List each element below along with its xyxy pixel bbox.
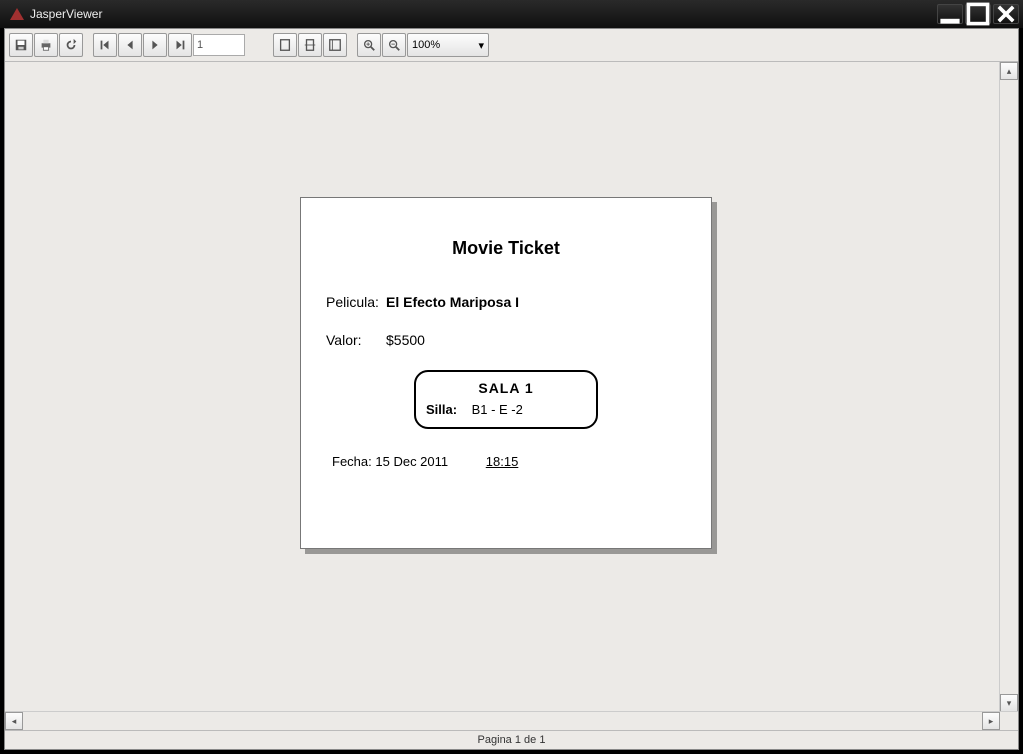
seat-label: Silla: bbox=[426, 402, 457, 417]
ticket: Movie Ticket Pelicula: El Efecto Maripos… bbox=[301, 198, 711, 489]
maximize-button[interactable] bbox=[965, 4, 991, 24]
actual-size-icon bbox=[278, 38, 292, 52]
fit-width-button[interactable] bbox=[323, 33, 347, 57]
reload-icon bbox=[64, 38, 78, 52]
fit-page-icon bbox=[303, 38, 317, 52]
horizontal-scrollbar[interactable]: ◂ ▸ bbox=[5, 711, 1018, 730]
last-page-button[interactable] bbox=[168, 33, 192, 57]
prev-page-button[interactable] bbox=[118, 33, 142, 57]
time-value: 18:15 bbox=[486, 454, 519, 469]
first-page-icon bbox=[98, 38, 112, 52]
zoom-value: 100% bbox=[412, 39, 440, 51]
last-page-icon bbox=[173, 38, 187, 52]
movie-value: El Efecto Mariposa I bbox=[386, 294, 519, 310]
print-icon bbox=[39, 38, 53, 52]
client-area: 100% ▾ Movie Ticket Pelicula: El Efecto … bbox=[4, 28, 1019, 750]
actual-size-button[interactable] bbox=[273, 33, 297, 57]
date-row: Fecha: 15 Dec 2011 18:15 bbox=[326, 454, 686, 469]
chevron-down-icon: ▾ bbox=[478, 39, 484, 52]
zoom-in-icon bbox=[362, 38, 376, 52]
close-button[interactable] bbox=[993, 4, 1019, 24]
prev-page-icon bbox=[123, 38, 137, 52]
zoom-out-button[interactable] bbox=[382, 33, 406, 57]
app-icon bbox=[9, 6, 25, 22]
app-window: JasperViewer 100% ▾ bbox=[0, 0, 1023, 754]
save-button[interactable] bbox=[9, 33, 33, 57]
reload-button[interactable] bbox=[59, 33, 83, 57]
window-title: JasperViewer bbox=[30, 7, 937, 21]
price-label: Valor: bbox=[326, 332, 386, 348]
scroll-right-button[interactable]: ▸ bbox=[982, 712, 1000, 730]
price-value: $5500 bbox=[386, 332, 425, 348]
zoom-in-button[interactable] bbox=[357, 33, 381, 57]
toolbar: 100% ▾ bbox=[5, 29, 1018, 62]
report-page: Movie Ticket Pelicula: El Efecto Maripos… bbox=[300, 197, 712, 549]
next-page-button[interactable] bbox=[143, 33, 167, 57]
date-value: 15 Dec 2011 bbox=[375, 454, 448, 469]
scroll-down-button[interactable]: ▾ bbox=[1000, 694, 1018, 712]
fit-page-button[interactable] bbox=[298, 33, 322, 57]
titlebar: JasperViewer bbox=[0, 0, 1023, 28]
status-bar: Pagina 1 de 1 bbox=[5, 730, 1018, 749]
room-label: SALA 1 bbox=[426, 380, 586, 396]
movie-label: Pelicula: bbox=[326, 294, 386, 310]
print-button[interactable] bbox=[34, 33, 58, 57]
seat-box: SALA 1 Silla: B1 - E -2 bbox=[414, 370, 598, 429]
ticket-title: Movie Ticket bbox=[326, 238, 686, 259]
seat-value: B1 - E -2 bbox=[472, 402, 523, 417]
page-number-input[interactable] bbox=[193, 34, 245, 56]
fit-width-icon bbox=[328, 38, 342, 52]
next-page-icon bbox=[148, 38, 162, 52]
save-icon bbox=[14, 38, 28, 52]
date-label: Fecha: bbox=[332, 454, 372, 469]
minimize-button[interactable] bbox=[937, 4, 963, 24]
scroll-up-button[interactable]: ▴ bbox=[1000, 62, 1018, 80]
vertical-scrollbar[interactable]: ▴ ▾ bbox=[999, 62, 1018, 712]
scroll-left-button[interactable]: ◂ bbox=[5, 712, 23, 730]
zoom-out-icon bbox=[387, 38, 401, 52]
zoom-combo[interactable]: 100% ▾ bbox=[407, 33, 489, 57]
report-viewport: Movie Ticket Pelicula: El Efecto Maripos… bbox=[5, 62, 1018, 730]
first-page-button[interactable] bbox=[93, 33, 117, 57]
